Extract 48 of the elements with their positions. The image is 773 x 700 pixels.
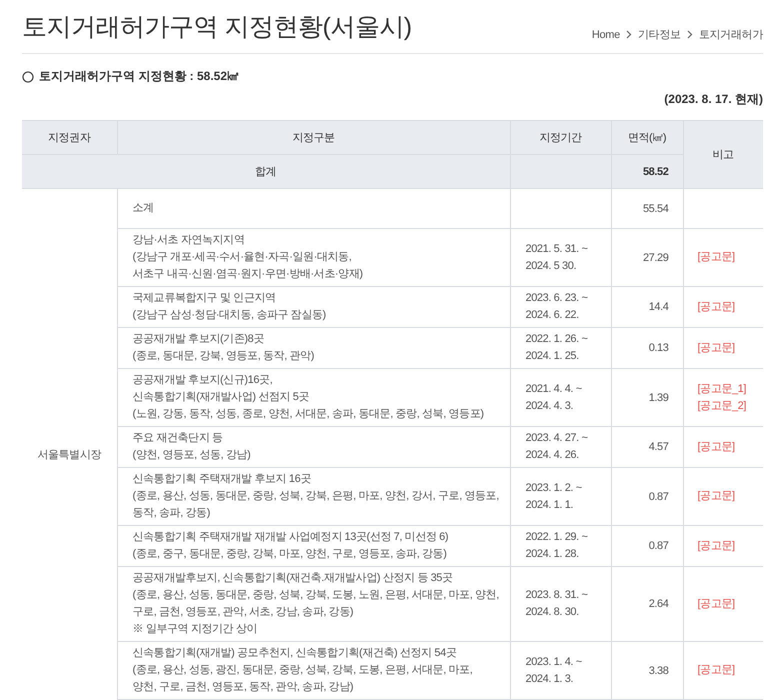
table-cell: 소계 <box>117 188 510 228</box>
table-cell: 14.4 <box>611 286 683 328</box>
table-cell: 2023. 6. 23. ~ 2024. 6. 22. <box>510 286 611 328</box>
table-cell: 2023. 1. 2. ~ 2024. 1. 1. <box>510 468 611 526</box>
breadcrumb-link[interactable]: 토지거래허가 <box>698 27 763 42</box>
table-cell: 3.38 <box>611 642 683 700</box>
table-cell: 2021. 5. 31. ~ 2024. 5 30. <box>510 228 611 286</box>
circle-icon <box>22 70 34 82</box>
notice-link[interactable]: [공고문_2] <box>698 398 763 414</box>
table-cell: 2022. 1. 26. ~ 2024. 1. 25. <box>510 328 611 368</box>
table-cell: 공공재개발 후보지(신규)16곳, 신속통합기획(재개발사업) 선점지 5곳 (노원, 강동, 동작, 성동, 종로, 양천, 서대문, 송파, 동대문, 중랑, 성북, 영등포) <box>117 368 510 426</box>
total-label: 합계 <box>22 154 510 188</box>
column-header: 지정기간 <box>510 120 611 154</box>
column-header: 면적(㎢) <box>611 120 683 154</box>
breadcrumb-link[interactable]: Home <box>592 28 620 40</box>
column-header: 지정권자 <box>22 120 117 154</box>
table-cell: 0.13 <box>611 328 683 368</box>
table-cell: 55.54 <box>611 188 683 228</box>
as-of-date: (2023. 8. 17. 현재) <box>664 91 763 108</box>
table-cell: 신속통합기획 주택재개발 재개발 사업예정지 13곳(선정 7, 미선정 6) (종로, 중구, 동대문, 중랑, 강북, 마포, 양천, 구로, 영등포, 송파, 강동) <box>117 526 510 566</box>
column-header: 지정구분 <box>117 120 510 154</box>
total-area: 58.52 <box>611 154 683 188</box>
table-cell: 2023. 8. 31. ~ 2024. 8. 30. <box>510 566 611 642</box>
breadcrumb-link[interactable]: 기타정보 <box>638 27 681 42</box>
notice-link[interactable]: [공고문] <box>698 596 763 612</box>
table-cell: 2021. 4. 4. ~ 2024. 4. 3. <box>510 368 611 426</box>
table-cell: 공공재개발 후보지(기존)8곳 (종로, 동대문, 강북, 영등포, 동작, 관악) <box>117 328 510 368</box>
table-cell: 0.87 <box>611 468 683 526</box>
notice-link[interactable]: [공고문_1] <box>698 380 763 398</box>
page-title: 토지거래허가구역 지정현황(서울시) <box>22 12 412 43</box>
table-cell: 2.64 <box>611 566 683 642</box>
table-cell: 2023. 1. 4. ~ 2024. 1. 3. <box>510 642 611 700</box>
table-cell: 0.87 <box>611 526 683 566</box>
table-cell: 1.39 <box>611 368 683 426</box>
table-cell: 주요 재건축단지 등 (양천, 영등포, 성동, 강남) <box>117 426 510 468</box>
table-cell: 공공재개발후보지, 신속통합기획(재건축.재개발사업) 산정지 등 35곳 (종로, 용산, 성동, 동대문, 중랑, 성북, 강북, 도봉, 노원, 은평, 서대문, 마포, 양천, 구로, 금천, 영등포, 관악, 서초, 강남, 송파, 강동) ※ 일부구역 지정기간 상이 <box>117 566 510 642</box>
table-cell: 2023. 4. 27. ~ 2024. 4. 26. <box>510 426 611 468</box>
table-cell: 국제교류복합지구 및 인근지역 (강남구 삼성·청담·대치동, 송파구 잠실동) <box>117 286 510 328</box>
chevron-right-icon <box>686 30 693 39</box>
summary-text: 토지거래허가구역 지정현황 : 58.52㎢ <box>39 68 240 85</box>
table-cell: 2022. 1. 29. ~ 2024. 1. 28. <box>510 526 611 566</box>
table-cell: 강남·서초 자연녹지지역 (강남구 개포·세곡·수서·율현·자곡·일원·대치동, 서초구 내곡·신원·염곡·원지·우면·방배·서초·양재) <box>117 228 510 286</box>
column-header: 비고 <box>683 120 763 188</box>
table-cell: 신속통합기획 주택재개발 후보지 16곳 (종로, 용산, 성동, 동대문, 중랑, 성북, 강북, 은평, 마포, 양천, 강서, 구로, 영등포, 동작, 송파, 강동) <box>117 468 510 526</box>
table-cell: 4.57 <box>611 426 683 468</box>
table-cell: 신속통합기획(재개발) 공모추천지, 신속통합기획(재건축) 선정지 54곳 (종로, 용산, 성동, 광진, 동대문, 중랑, 성북, 강북, 도봉, 은평, 서대문, 마포, 양천, 구로, 금천, 영등포, 동작, 관악, 송파, 강남) <box>117 642 510 700</box>
chevron-right-icon <box>626 30 632 39</box>
table-cell: 27.29 <box>611 228 683 286</box>
